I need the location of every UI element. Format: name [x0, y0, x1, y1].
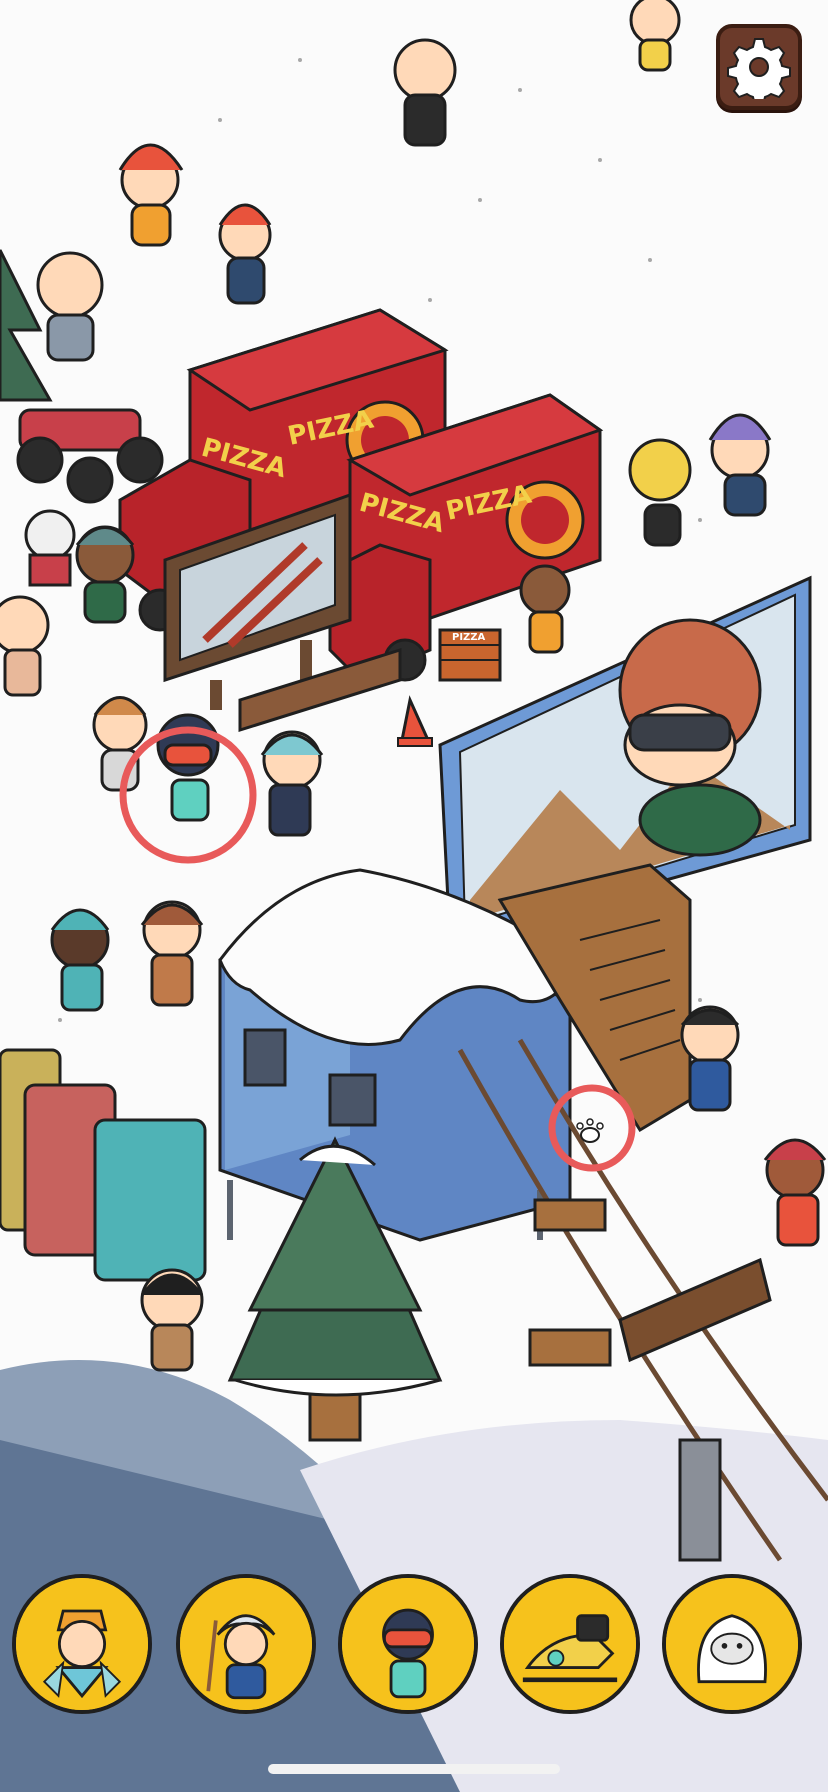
person-teal-beanie: [75, 525, 135, 624]
person-gray-coat: [36, 251, 104, 362]
pizza-boxes: PIZZA: [438, 628, 502, 682]
targets-dock: [0, 1570, 828, 1730]
gumball-machine: [24, 509, 76, 587]
ice-queen-icon: [16, 1578, 148, 1710]
chair-2: [533, 1198, 607, 1232]
person-orange-beanie: [218, 203, 272, 305]
person-black-hair: [140, 1268, 204, 1372]
chair-1: [528, 1328, 612, 1367]
game-scene[interactable]: PIZZA PIZZA PIZZA PIZZA PIZZA: [0, 0, 828, 1792]
goggle-skier-icon: [342, 1578, 474, 1710]
home-indicator[interactable]: [268, 1764, 560, 1774]
settings-button[interactable]: [716, 24, 802, 110]
yeti-icon: [666, 1578, 798, 1710]
person-orange-hat: [92, 696, 148, 792]
frost-boy-icon: [180, 1578, 312, 1710]
target-yeti[interactable]: [662, 1574, 802, 1714]
target-goggle-skier[interactable]: [338, 1574, 478, 1714]
snowmobile-icon: [504, 1578, 636, 1710]
target-ice-queen[interactable]: [12, 1574, 152, 1714]
gear-icon: [727, 38, 791, 99]
target-snowmobile[interactable]: [500, 1574, 640, 1714]
pizza-box-label: PIZZA: [452, 632, 486, 643]
person-top-center: [393, 38, 457, 147]
target-frost-boy[interactable]: [176, 1574, 316, 1714]
